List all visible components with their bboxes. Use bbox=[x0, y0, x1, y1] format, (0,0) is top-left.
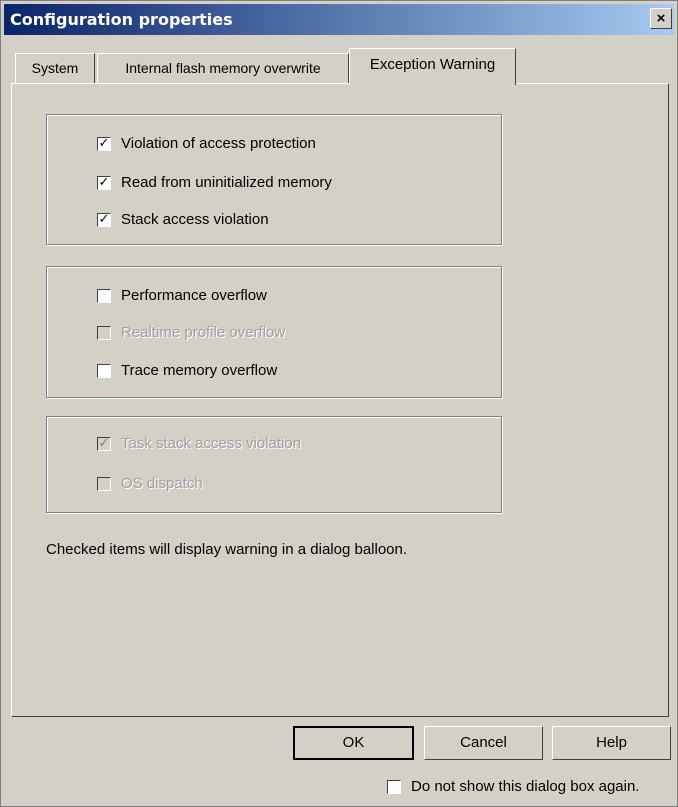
tab-panel: ✓ Violation of access protection ✓ Read … bbox=[11, 83, 669, 717]
do-not-show-label: Do not show this dialog box again. bbox=[411, 778, 640, 795]
cancel-button[interactable]: Cancel bbox=[424, 726, 543, 760]
checkbox[interactable] bbox=[387, 779, 401, 794]
group-os bbox=[46, 416, 502, 513]
checkbox[interactable]: ✓ bbox=[97, 136, 111, 151]
option-label: Trace memory overflow bbox=[121, 362, 278, 379]
option-realtime-profile-overflow: Realtime profile overflow bbox=[97, 324, 285, 341]
checkbox: ✓ bbox=[97, 435, 111, 451]
checkbox bbox=[97, 476, 111, 491]
checkbox[interactable]: ✓ bbox=[97, 175, 111, 190]
option-label: Violation of access protection bbox=[121, 135, 316, 152]
close-icon: × bbox=[656, 10, 666, 27]
option-trace-memory-overflow[interactable]: Trace memory overflow bbox=[97, 362, 277, 379]
option-read-from-uninitialized-memory[interactable]: ✓ Read from uninitialized memory bbox=[97, 174, 332, 191]
info-note: Checked items will display warning in a … bbox=[46, 541, 408, 558]
close-button[interactable]: × bbox=[650, 8, 672, 29]
checkbox[interactable]: ✓ bbox=[97, 212, 111, 227]
checkbox[interactable] bbox=[97, 363, 111, 378]
checkbox[interactable] bbox=[97, 288, 111, 303]
window-title: Configuration properties bbox=[10, 10, 233, 29]
option-stack-access-violation[interactable]: ✓ Stack access violation bbox=[97, 211, 269, 228]
option-label: Task stack access violation bbox=[121, 435, 302, 452]
option-label: Performance overflow bbox=[121, 287, 267, 304]
title-bar[interactable]: Configuration properties × bbox=[4, 4, 674, 35]
help-button[interactable]: Help bbox=[552, 726, 671, 760]
option-performance-overflow[interactable]: Performance overflow bbox=[97, 287, 267, 304]
ok-button[interactable]: OK bbox=[293, 726, 414, 760]
dialog-window: Configuration properties × System Intern… bbox=[0, 0, 678, 807]
option-label: OS dispatch bbox=[121, 475, 203, 492]
option-os-dispatch: OS dispatch bbox=[97, 475, 203, 492]
option-label: Stack access violation bbox=[121, 211, 269, 228]
option-label: Realtime profile overflow bbox=[121, 324, 286, 341]
tab-exception-warning[interactable]: Exception Warning bbox=[349, 48, 516, 85]
tab-system[interactable]: System bbox=[15, 53, 95, 83]
option-violation-of-access-protection[interactable]: ✓ Violation of access protection bbox=[97, 135, 316, 152]
option-label: Read from uninitialized memory bbox=[121, 174, 332, 191]
do-not-show-option[interactable]: Do not show this dialog box again. bbox=[387, 778, 639, 795]
checkbox bbox=[97, 325, 111, 340]
tab-internal-flash-memory-overwrite[interactable]: Internal flash memory overwrite bbox=[97, 53, 349, 83]
option-task-stack-access-violation: ✓ Task stack access violation bbox=[97, 435, 301, 452]
